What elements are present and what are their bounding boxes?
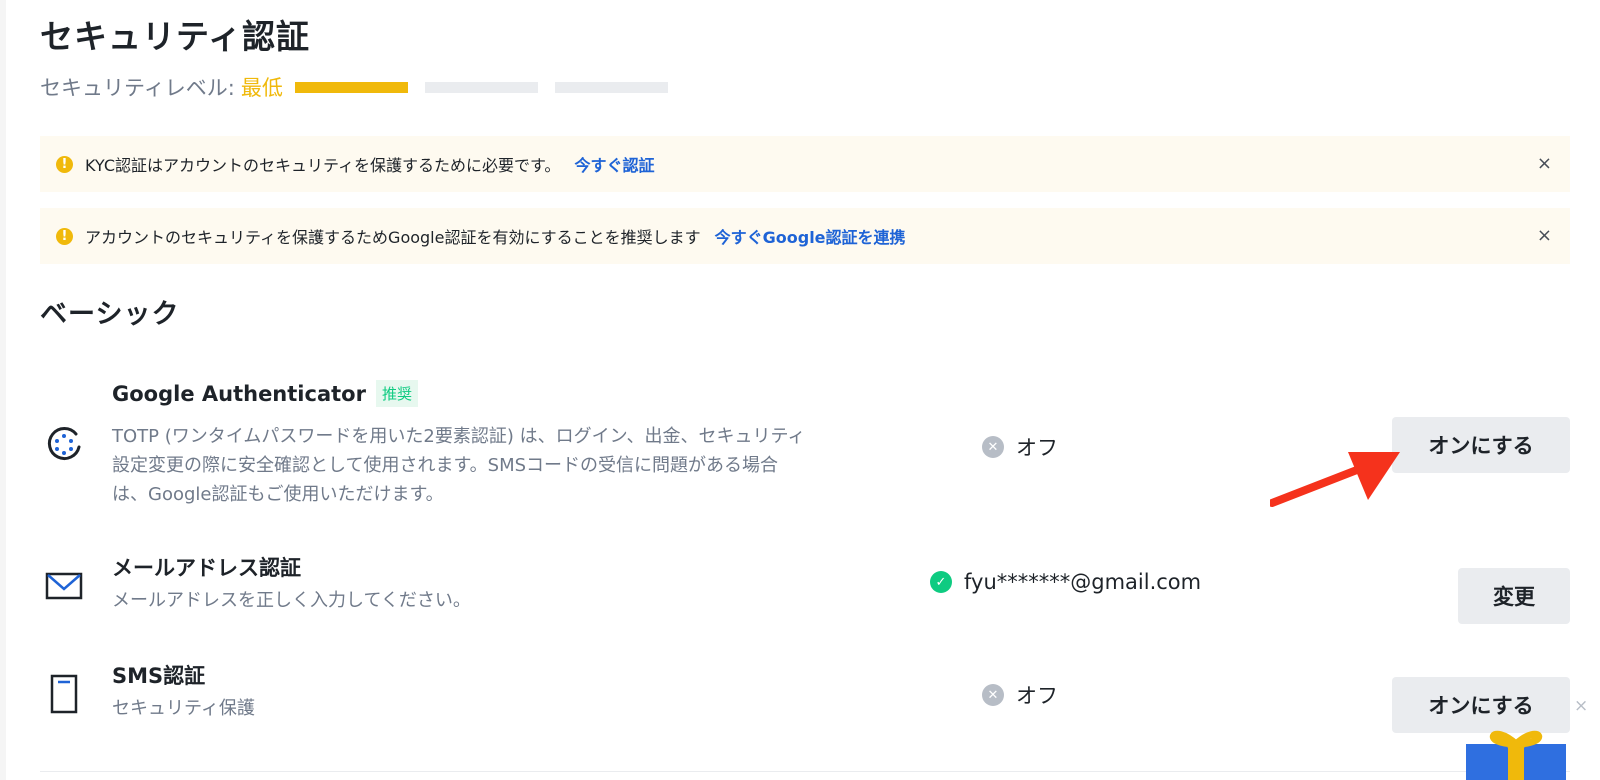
method-name: SMS認証 bbox=[112, 664, 206, 688]
security-page: セキュリティ認証 セキュリティレベル: 最低 ! KYC認証はアカウントのセキュ… bbox=[40, 0, 1570, 780]
status-indicator: ✕ オフ bbox=[982, 680, 1058, 710]
method-description: セキュリティ保護 bbox=[112, 698, 255, 719]
check-icon: ✓ bbox=[930, 571, 952, 593]
warning-icon: ! bbox=[56, 227, 73, 245]
status-indicator: ✓ fyu*******@gmail.com bbox=[930, 570, 1201, 594]
page-title: セキュリティ認証 bbox=[40, 17, 311, 56]
annotation-arrow-icon bbox=[1270, 452, 1400, 507]
security-level-label: セキュリティレベル: bbox=[40, 76, 235, 100]
section-title-basic: ベーシック bbox=[40, 299, 180, 330]
security-level-value: 最低 bbox=[240, 76, 283, 100]
off-icon: ✕ bbox=[982, 684, 1004, 706]
kyc-alert-banner: ! KYC認証はアカウントのセキュリティを保護するために必要です。 今すぐ認証 … bbox=[40, 136, 1570, 192]
status-text: オフ bbox=[1016, 684, 1058, 708]
off-icon: ✕ bbox=[982, 436, 1004, 458]
description-line: は、Google認証もご使用いただけます。 bbox=[112, 484, 444, 505]
warning-icon: ! bbox=[56, 155, 73, 173]
method-description: TOTP (ワンタイムパスワードを用いた2要素認証) は、ログイン、出金、セキュ… bbox=[112, 422, 805, 509]
security-level-segment bbox=[424, 81, 538, 93]
method-name: Google Authenticator 推奨 bbox=[112, 380, 418, 407]
alert-message: KYC認証はアカウントのセキュリティを保護するために必要です。 bbox=[85, 156, 561, 175]
close-icon[interactable]: × bbox=[1537, 153, 1552, 174]
verify-now-link[interactable]: 今すぐ認証 bbox=[574, 152, 654, 176]
close-icon[interactable]: × bbox=[1537, 225, 1552, 246]
divider bbox=[40, 771, 1570, 772]
floating-close-icon[interactable]: × bbox=[1574, 696, 1588, 716]
recommended-badge: 推奨 bbox=[375, 380, 418, 407]
status-indicator: ✕ オフ bbox=[982, 432, 1058, 462]
description-line: 設定変更の際に安全確認として使用されます。SMSコードの受信に問題がある場合 bbox=[112, 455, 779, 476]
status-email: fyu*******@gmail.com bbox=[964, 570, 1202, 594]
email-verification-row: メールアドレス認証 メールアドレスを正しく入力してください。 ✓ fyu****… bbox=[40, 552, 1570, 632]
google-authenticator-icon bbox=[47, 427, 81, 460]
change-email-button[interactable]: 変更 bbox=[1458, 568, 1570, 624]
mail-icon bbox=[45, 572, 83, 600]
enable-google-auth-button[interactable]: オンにする bbox=[1392, 417, 1570, 473]
sms-verification-row: SMS認証 セキュリティ保護 ✕ オフ オンにする bbox=[40, 660, 1570, 740]
security-level-segment bbox=[554, 81, 668, 93]
status-text: オフ bbox=[1016, 436, 1058, 460]
phone-icon bbox=[50, 674, 78, 714]
link-google-auth-link[interactable]: 今すぐGoogle認証を連携 bbox=[715, 224, 906, 248]
method-description: メールアドレスを正しく入力してください。 bbox=[112, 590, 471, 611]
security-level-meter bbox=[294, 81, 685, 93]
description-line: TOTP (ワンタイムパスワードを用いた2要素認証) は、ログイン、出金、セキュ… bbox=[112, 426, 806, 447]
security-level: セキュリティレベル: 最低 bbox=[40, 72, 685, 102]
security-level-segment bbox=[294, 81, 408, 93]
google-auth-alert-banner: ! アカウントのセキュリティを保護するためGoogle認証を有効にすることを推奨… bbox=[40, 208, 1570, 264]
method-name: メールアドレス認証 bbox=[112, 556, 301, 580]
left-border bbox=[0, 0, 6, 780]
alert-message: アカウントのセキュリティを保護するためGoogle認証を有効にすることを推奨しま… bbox=[85, 228, 701, 247]
method-name-text: Google Authenticator bbox=[112, 381, 366, 406]
gift-icon[interactable] bbox=[1462, 722, 1572, 780]
